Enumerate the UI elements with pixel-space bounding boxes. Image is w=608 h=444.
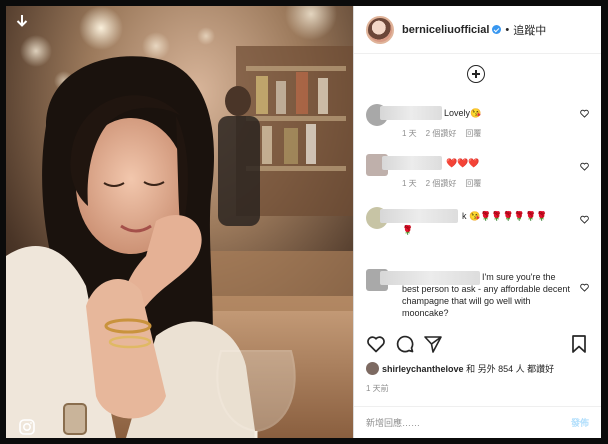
likes-count-text[interactable]: 和 另外 854 人 都讚好 (466, 364, 554, 374)
reply-button[interactable]: 回覆 (465, 129, 481, 138)
save-bookmark-icon[interactable] (569, 334, 589, 354)
verified-badge-icon (492, 25, 502, 34)
like-heart-icon[interactable] (580, 215, 589, 224)
comment-meta: 1 天 2 個讚好 回覆 (402, 178, 490, 189)
redacted-username (380, 209, 458, 223)
comment-bubble-icon[interactable] (395, 334, 415, 354)
like-heart-icon[interactable] (366, 334, 386, 354)
comment-item: ❤️❤️❤️ 1 天 2 個讚好 回覆 (366, 154, 589, 194)
like-heart-icon[interactable] (580, 109, 589, 118)
comment-text-continued: 🌹 (402, 225, 414, 235)
avatar[interactable] (366, 15, 394, 44)
add-comment-bar: 發佈 (354, 406, 601, 438)
instagram-logo-icon (19, 419, 35, 435)
post-timestamp[interactable]: 1 天前 (366, 383, 389, 394)
comment-text: ❤️❤️❤️ (446, 158, 480, 168)
comment-text: k 😘🌹🌹🌹🌹🌹🌹 (462, 211, 548, 221)
liker-username-link[interactable]: shirleychanthelove (382, 364, 464, 374)
redacted-username (382, 156, 442, 170)
following-button[interactable]: 追蹤中 (513, 22, 546, 38)
comments-list: Lovely😘 1 天2 個讚好 回覆 ❤️❤️❤️ 1 天2 個讚好 回覆 k… (354, 55, 601, 326)
download-arrow-icon[interactable] (15, 14, 29, 28)
comment-text: Lovely😘 (444, 108, 482, 118)
post-comment-button[interactable]: 發佈 (571, 416, 589, 429)
comment-time: 1 天 (402, 129, 417, 138)
comment-text: I'm sure you're the best person to ask -… (402, 272, 570, 318)
photo-illustration (6, 6, 353, 438)
comment-likes-link[interactable]: 2 個讚好 (426, 179, 457, 188)
reply-button[interactable]: 回覆 (465, 179, 481, 188)
comment-likes-link[interactable]: 2 個讚好 (426, 129, 457, 138)
screenshot-frame: berniceliuofficial • 追蹤中 Lovely😘 1 天 2 個讚… (0, 0, 608, 444)
like-heart-icon[interactable] (580, 162, 589, 171)
redacted-username (380, 106, 442, 120)
share-paper-plane-icon[interactable] (423, 334, 443, 354)
comment-meta: 1 天 2 個讚好 回覆 (402, 128, 490, 139)
comment-item: k 😘🌹🌹🌹🌹🌹🌹 🌹 (366, 207, 589, 247)
load-more-comments-icon[interactable] (467, 65, 485, 83)
username-link[interactable]: berniceliuofficial (402, 24, 489, 36)
post-detail-panel: berniceliuofficial • 追蹤中 Lovely😘 1 天 2 個讚… (353, 6, 601, 438)
post-photo[interactable] (6, 6, 353, 438)
avatar[interactable] (366, 362, 379, 375)
comment-item: I'm sure you're the best person to ask -… (366, 269, 589, 326)
likes-summary: shirleychanthelove 和 另外 854 人 都讚好 (366, 362, 554, 375)
separator-dot: • (505, 23, 510, 36)
post-header: berniceliuofficial • 追蹤中 (354, 6, 601, 54)
action-bar (366, 334, 589, 356)
comment-time: 1 天 (402, 179, 417, 188)
comment-item: Lovely😘 1 天 2 個讚好 回覆 (366, 104, 589, 144)
add-comment-input[interactable] (366, 416, 516, 430)
like-heart-icon[interactable] (580, 283, 589, 292)
